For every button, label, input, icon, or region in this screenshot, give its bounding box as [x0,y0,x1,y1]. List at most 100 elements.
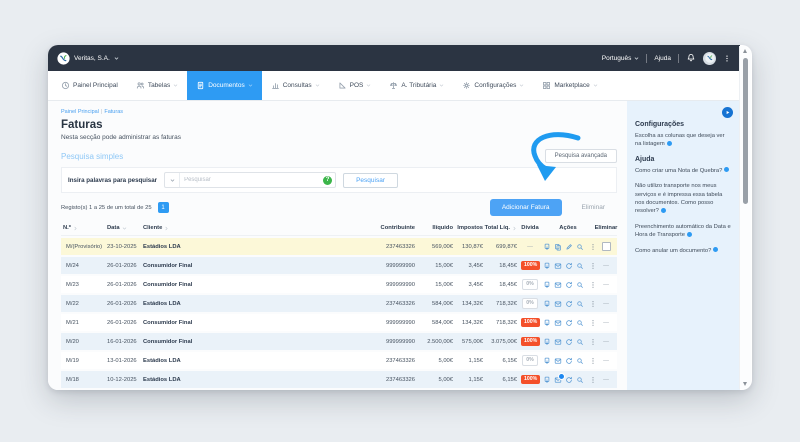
envelope-icon[interactable] [554,281,562,289]
more-icon[interactable] [589,300,597,308]
nav-item-marketplace[interactable]: Marketplace [533,71,606,100]
refresh-icon[interactable] [565,281,573,289]
nav-item-tabelas[interactable]: Tabelas [127,71,187,100]
cell-date: 26-01-2026 [107,300,137,307]
cell-delete: — [595,263,617,269]
pdf-icon[interactable] [543,281,551,289]
more-icon[interactable] [589,281,597,289]
bell-icon[interactable] [686,53,696,63]
column-header-data[interactable]: Data [105,225,141,231]
delete-checkbox[interactable] [601,242,611,251]
chevron-down-icon [315,83,320,88]
page-title: Faturas [61,119,103,131]
envelope-icon[interactable] [554,338,562,346]
pdf-icon[interactable] [543,376,551,384]
document-icon [196,81,205,90]
company-menu[interactable]: Veritas, S.A. [57,51,119,65]
magnifier-icon[interactable] [576,262,584,270]
pdf-icon[interactable] [543,319,551,327]
sidebar-link[interactable]: Escolha as colunas que deseja ver na lis… [635,132,732,149]
pdf-icon[interactable] [543,262,551,270]
nav-item-documentos[interactable]: Documentos [187,71,262,100]
envelope-icon[interactable] [554,357,562,365]
content: Painel Principal | Faturas Faturas Nesta s… [48,101,740,390]
refresh-icon[interactable] [565,376,573,384]
search-help-icon[interactable]: ? [323,175,333,185]
magnifier-icon[interactable] [576,300,584,308]
divider [646,53,648,63]
sidebar-link[interactable]: Como criar uma Nota de Quebra? [635,167,732,175]
nav-item-consultas[interactable]: Consultas [262,71,329,100]
magnifier-icon[interactable] [576,357,584,365]
magnifier-icon[interactable] [576,338,584,346]
search-section-row: Pesquisa simples Pesquisa avançada [61,149,617,163]
envelope-icon[interactable] [554,262,562,270]
edit-icon[interactable] [565,243,573,251]
magnifier-icon[interactable] [576,243,584,251]
search-type-select[interactable] [165,173,181,187]
column-header-impostos: Impostos [455,225,485,231]
column-header-cliente[interactable]: Cliente [141,225,341,231]
sidebar-settings-title: Configurações [635,121,685,128]
envelope-icon[interactable] [554,373,565,384]
pdf-icon[interactable] [543,243,551,251]
column-header-total-liq[interactable]: Total Líq. [485,225,519,231]
magnifier-icon[interactable] [576,319,584,327]
play-tour-button[interactable] [722,107,733,118]
nav-item-label: Configurações [474,82,517,89]
nav-item-pos[interactable]: POS [329,71,381,100]
more-menu-icon[interactable] [723,53,731,64]
nav-item-configuracoes[interactable]: Configurações [453,71,533,100]
scroll-down-arrow[interactable] [743,382,747,386]
pdf-icon[interactable] [543,357,551,365]
pdf-icon[interactable] [543,338,551,346]
cell-actions [541,319,595,327]
scrollbar-thumb[interactable] [743,58,748,204]
more-icon[interactable] [589,376,597,384]
cell-vat: 237463326 [385,300,415,307]
language-selector[interactable]: Português [602,55,640,62]
column-header-n[interactable]: N.º [61,225,105,231]
copy-icon[interactable] [554,243,562,251]
more-icon[interactable] [589,319,597,327]
more-icon[interactable] [589,357,597,365]
refresh-icon[interactable] [565,338,573,346]
cell-taxes: 134,32€ [462,300,483,307]
add-invoice-button[interactable]: Adicionar Fatura [489,199,562,216]
more-icon[interactable] [589,243,597,251]
chevron-right-icon [164,226,169,231]
magnifier-icon[interactable] [576,281,584,289]
nav-item-painel-principal[interactable]: Painel Principal [52,71,127,100]
breadcrumb-current[interactable]: Faturas [104,109,123,115]
breadcrumb-home[interactable]: Painel Principal [61,109,99,115]
refresh-icon[interactable] [565,262,573,270]
search-button[interactable]: Pesquisar [343,172,398,188]
sidebar-link[interactable]: Preenchimento automático da Data e Hora … [635,223,732,240]
pagination-page-1[interactable]: 1 [157,202,169,213]
invoices-table: N.º Data Cliente Contribuinte Ilíquido Impost… [61,222,617,388]
more-icon[interactable] [589,338,597,346]
envelope-icon[interactable] [554,300,562,308]
chevron-right-icon [73,226,78,231]
more-icon[interactable] [589,262,597,270]
refresh-icon[interactable] [565,357,573,365]
pdf-icon[interactable] [543,300,551,308]
sidebar-link[interactable]: Não utilizo transporte nos meus serviços… [635,182,732,216]
scroll-up-arrow[interactable] [743,49,747,53]
envelope-icon[interactable] [554,319,562,327]
nav-item-label: A. Tributária [401,82,437,89]
delete-button[interactable]: Eliminar [576,203,611,212]
magnifier-icon[interactable] [576,376,584,384]
help-link[interactable]: Ajuda [654,55,671,62]
sidebar-link[interactable]: Como anular um documento? [635,247,732,255]
user-avatar[interactable] [703,51,716,65]
cell-taxes: 3,45€ [468,262,483,269]
sidebar-help-links: Como criar uma Nota de Quebra? Não utiliz… [635,167,732,255]
refresh-icon[interactable] [565,300,573,308]
advanced-search-button[interactable]: Pesquisa avançada [544,149,617,163]
refresh-icon[interactable] [565,319,573,327]
cell-vat: 999999990 [385,319,415,326]
nav-item-a-tributaria[interactable]: A. Tributária [380,71,453,100]
table-row: M/23 26-01-2026 Consumidor Final 999999990 1… [61,276,617,293]
search-input[interactable] [180,177,324,183]
